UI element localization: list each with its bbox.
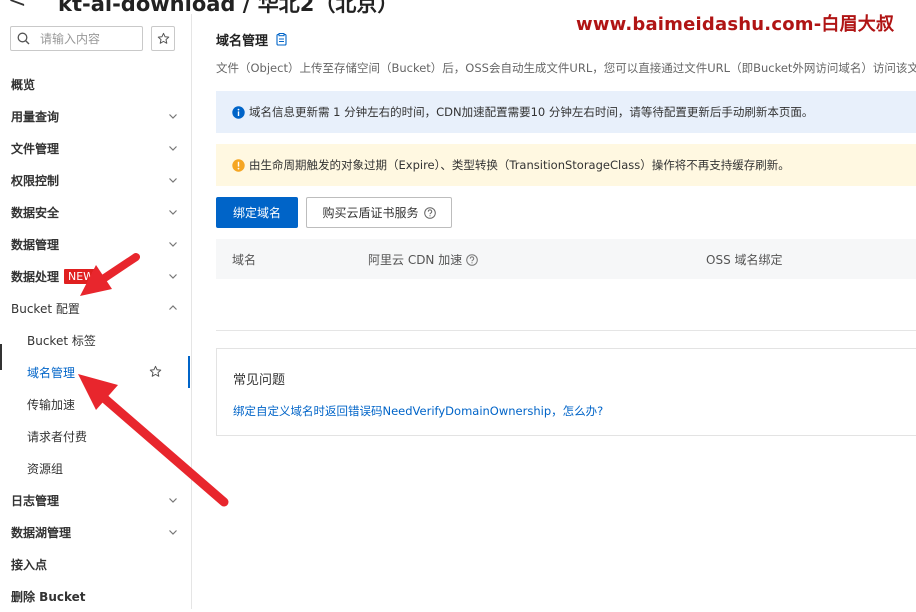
buy-certificate-button[interactable]: 购买云盾证书服务 bbox=[306, 197, 452, 228]
sidebar-item-label: 日志管理 bbox=[11, 493, 60, 508]
sidebar-item-transfer-acceleration[interactable]: 传输加速 bbox=[0, 388, 190, 420]
chevron-down-icon bbox=[169, 114, 177, 119]
scroll-indicator bbox=[0, 344, 2, 370]
sidebar-item-files[interactable]: 文件管理 bbox=[0, 132, 190, 164]
sidebar-item-data-processing[interactable]: 数据处理 NEW bbox=[0, 260, 190, 292]
domain-table-body bbox=[216, 279, 916, 331]
chevron-down-icon bbox=[169, 498, 177, 503]
sidebar-item-label: Bucket 标签 bbox=[27, 333, 96, 348]
chevron-down-icon bbox=[169, 274, 177, 279]
faq-title: 常见问题 bbox=[233, 373, 286, 388]
main-content: 域名管理 文件（Object）上传至存储空间（Bucket）后，OSS会自动生成… bbox=[192, 14, 916, 609]
sidebar-item-bucket-config[interactable]: Bucket 配置 bbox=[0, 292, 190, 324]
sidebar-item-label: 请求者付费 bbox=[27, 429, 88, 444]
chevron-down-icon bbox=[169, 146, 177, 151]
column-header-domain: 域名 bbox=[232, 253, 257, 267]
column-header-oss-binding: OSS 域名绑定 bbox=[706, 253, 783, 267]
page-description: 文件（Object）上传至存储空间（Bucket）后，OSS会自动生成文件URL… bbox=[216, 61, 916, 75]
sidebar-item-delete-bucket[interactable]: 删除 Bucket bbox=[0, 580, 190, 612]
info-banner: 域名信息更新需 1 分钟左右的时间，CDN加速配置需要10 分钟左右时间，请等待… bbox=[216, 91, 916, 133]
search-box[interactable] bbox=[10, 26, 143, 51]
sidebar-item-data-security[interactable]: 数据安全 bbox=[0, 196, 190, 228]
sidebar: 概览 用量查询 文件管理 权限控制 数据安全 数据管理 数据处理 NEW Buc… bbox=[0, 14, 192, 609]
bind-domain-button[interactable]: 绑定域名 bbox=[216, 197, 298, 228]
sidebar-item-label: 域名管理 bbox=[27, 365, 76, 380]
sidebar-item-data-management[interactable]: 数据管理 bbox=[0, 228, 190, 260]
bucket-title: kt-ai-download / 华北2（北京） bbox=[58, 0, 399, 14]
chevron-down-icon bbox=[169, 530, 177, 535]
document-icon[interactable] bbox=[276, 33, 287, 46]
sidebar-item-domain-management[interactable]: 域名管理 bbox=[0, 356, 190, 388]
faq-link[interactable]: 绑定自定义域名时返回错误码NeedVerifyDomainOwnership，怎… bbox=[233, 403, 603, 419]
sidebar-item-label: 资源组 bbox=[27, 461, 64, 476]
sidebar-item-bucket-tags[interactable]: Bucket 标签 bbox=[0, 324, 190, 356]
sidebar-item-label: 数据安全 bbox=[11, 205, 60, 220]
sidebar-item-resource-group[interactable]: 资源组 bbox=[0, 452, 190, 484]
sidebar-item-label: 用量查询 bbox=[11, 109, 60, 124]
help-icon bbox=[423, 206, 436, 219]
domain-table-header: 域名 阿里云 CDN 加速 OSS 域名绑定 bbox=[216, 239, 916, 279]
new-badge: NEW bbox=[64, 269, 99, 284]
warning-icon bbox=[232, 158, 245, 172]
sidebar-item-access-point[interactable]: 接入点 bbox=[0, 548, 190, 580]
buy-certificate-label: 购买云盾证书服务 bbox=[322, 206, 419, 220]
warning-banner-text: 由生命周期触发的对象过期（Expire）、类型转换（TransitionStor… bbox=[249, 158, 790, 172]
column-header-cdn: 阿里云 CDN 加速 bbox=[368, 251, 479, 268]
column-header-cdn-label: 阿里云 CDN 加速 bbox=[368, 253, 463, 267]
search-input[interactable] bbox=[38, 30, 138, 47]
star-icon bbox=[157, 32, 169, 44]
sidebar-item-label: 数据处理 bbox=[11, 269, 60, 284]
chevron-up-icon bbox=[169, 305, 177, 310]
sidebar-item-log-management[interactable]: 日志管理 bbox=[0, 484, 190, 516]
sidebar-item-permissions[interactable]: 权限控制 bbox=[0, 164, 190, 196]
chevron-down-icon bbox=[169, 242, 177, 247]
sidebar-item-data-lake[interactable]: 数据湖管理 bbox=[0, 516, 190, 548]
favorite-button[interactable] bbox=[151, 26, 175, 51]
active-indicator bbox=[188, 356, 190, 388]
sidebar-item-label: 接入点 bbox=[11, 557, 48, 572]
help-icon[interactable] bbox=[466, 253, 479, 266]
sidebar-item-requester-pays[interactable]: 请求者付费 bbox=[0, 420, 190, 452]
star-icon[interactable] bbox=[149, 365, 162, 378]
info-icon bbox=[232, 105, 245, 119]
sidebar-item-usage[interactable]: 用量查询 bbox=[0, 100, 190, 132]
sidebar-item-label: 概览 bbox=[11, 77, 36, 92]
sidebar-item-label: 数据管理 bbox=[11, 237, 60, 252]
page-title-row: 域名管理 bbox=[216, 30, 287, 49]
faq-card: 常见问题 绑定自定义域名时返回错误码NeedVerifyDomainOwners… bbox=[216, 348, 916, 436]
sidebar-item-overview[interactable]: 概览 bbox=[0, 68, 190, 100]
sidebar-item-label: 文件管理 bbox=[11, 141, 60, 156]
sidebar-item-label: 删除 Bucket bbox=[11, 589, 86, 604]
page-title: 域名管理 bbox=[216, 34, 269, 49]
info-banner-text: 域名信息更新需 1 分钟左右的时间，CDN加速配置需要10 分钟左右时间，请等待… bbox=[249, 105, 814, 119]
sidebar-item-label: 传输加速 bbox=[27, 397, 76, 412]
sidebar-search-row bbox=[10, 26, 182, 51]
search-icon bbox=[17, 32, 30, 45]
warning-banner: 由生命周期触发的对象过期（Expire）、类型转换（TransitionStor… bbox=[216, 144, 916, 186]
back-arrow-icon[interactable]: < bbox=[8, 0, 26, 13]
sidebar-item-label: 权限控制 bbox=[11, 173, 60, 188]
chevron-down-icon bbox=[169, 210, 177, 215]
chevron-down-icon bbox=[169, 178, 177, 183]
sidebar-item-label: Bucket 配置 bbox=[11, 301, 80, 316]
sidebar-item-label: 数据湖管理 bbox=[11, 525, 72, 540]
